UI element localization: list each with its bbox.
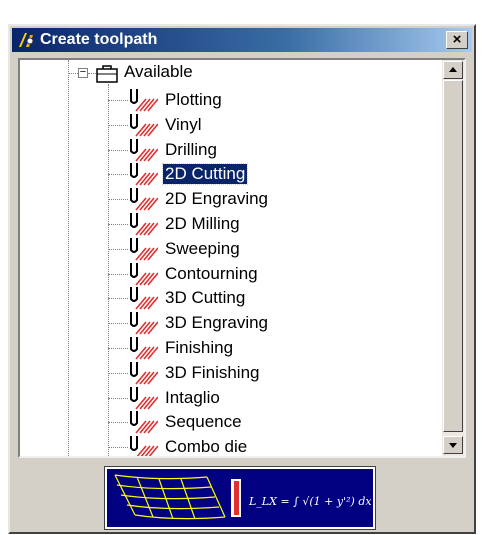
tree-item[interactable]: 2D Cutting (108, 162, 408, 186)
collapse-toggle[interactable]: − (78, 66, 88, 78)
toolpath-icon (130, 312, 158, 335)
down-arrow-icon (449, 443, 457, 448)
toolpath-icon (130, 411, 158, 434)
tree-item[interactable]: Contourning (108, 262, 408, 286)
tree-connector (108, 397, 128, 399)
tree-item[interactable]: 3D Engraving (108, 311, 408, 335)
tree-connector (108, 149, 128, 151)
tree-item-label: 2D Milling (165, 214, 240, 233)
tree-connector (108, 174, 128, 176)
tree-item-label: Combo die (165, 437, 248, 456)
toolpath-icon (130, 262, 158, 286)
toolpath-icon (130, 386, 158, 410)
tree-item[interactable]: 3D Finishing (108, 361, 408, 385)
toolpath-icon (130, 113, 158, 137)
tree-connector (108, 422, 128, 424)
tree-connector (108, 199, 128, 201)
tree-item[interactable]: Intaglio (108, 386, 408, 410)
toolpath-icon (130, 436, 158, 456)
tree-item[interactable]: Combo die (108, 435, 408, 456)
tree-connector (108, 224, 128, 225)
tree-item-label: Sweeping (165, 238, 240, 258)
briefcase-icon (96, 65, 118, 83)
toolpath-icon (130, 287, 158, 310)
tree-item[interactable]: 3D Cutting (108, 286, 408, 310)
tree-item[interactable]: Finishing (108, 336, 408, 360)
tree-connector (108, 298, 128, 300)
toolpath-icon (130, 89, 158, 112)
scroll-up-button[interactable] (443, 61, 463, 79)
up-arrow-icon (449, 67, 457, 72)
tree-item[interactable]: Sequence (108, 410, 408, 434)
tree-connector (68, 73, 78, 74)
tree-item[interactable]: Sweeping (108, 237, 408, 261)
tree-item-label: 2D Cutting (161, 163, 249, 186)
create-toolpath-window: Create toolpath × − Available Plotting Vi… (8, 24, 476, 534)
toolpath-icon (130, 213, 158, 236)
surface-mesh-formula-graphic: L_LX = ∫ √(1 + y'²) dx (107, 469, 373, 527)
scroll-thumb[interactable] (443, 80, 463, 432)
tree-connector (88, 73, 96, 74)
toolpath-icon (130, 337, 158, 360)
tree-connector (108, 100, 128, 101)
tree-connector (108, 323, 128, 325)
tree-connector (108, 273, 128, 275)
tree-root-available[interactable]: Available (124, 62, 193, 82)
tree-item-label: 3D Finishing (165, 362, 260, 382)
toolpath-icon (130, 138, 158, 162)
toolpath-app-icon (19, 33, 34, 47)
tree-item-label: Finishing (165, 338, 234, 357)
tree-item[interactable]: Vinyl (108, 113, 408, 137)
tree-item[interactable]: Drilling (108, 138, 408, 162)
formula-text: L_LX = ∫ √(1 + y'²) dx (248, 495, 372, 508)
tree-item-label: 3D Cutting (165, 288, 246, 308)
tree-item[interactable]: 2D Milling (108, 212, 408, 236)
tree-connector (108, 248, 128, 250)
tree-item-label: Sequence (165, 412, 242, 432)
toolpath-icon (130, 163, 158, 186)
close-button[interactable]: × (446, 31, 468, 49)
title-bar[interactable]: Create toolpath × (12, 28, 472, 52)
minus-icon: − (79, 66, 87, 78)
tree-connector (108, 348, 128, 349)
vertical-scrollbar[interactable] (442, 60, 464, 456)
tree-connector (108, 447, 128, 449)
tree-item-label: 2D Engraving (165, 189, 269, 209)
tree-item-label: Drilling (165, 139, 217, 159)
close-icon: × (452, 31, 462, 48)
tree-children-guide (108, 84, 109, 456)
toolpath-icon (130, 237, 158, 261)
tree-connector (108, 124, 128, 126)
tree-guide-line (68, 60, 69, 456)
tree-connector (108, 372, 128, 374)
tree-item[interactable]: 2D Engraving (108, 187, 408, 211)
toolpath-icon (130, 188, 158, 211)
tree-item-label: Contourning (165, 263, 258, 283)
tree-item-label: Intaglio (165, 387, 220, 407)
window-title: Create toolpath (40, 31, 158, 48)
tree-item-label: Vinyl (165, 114, 202, 134)
formula-banner: L_LX = ∫ √(1 + y'²) dx (104, 466, 376, 530)
tree-item[interactable]: Plotting (108, 88, 408, 112)
tree-view: − Available Plotting Vinyl Drilling 2D Cutt… (20, 60, 442, 456)
tree-item-label: 3D Engraving (165, 313, 269, 333)
scroll-down-button[interactable] (443, 436, 463, 454)
toolpath-tree[interactable]: − Available Plotting Vinyl Drilling 2D Cutt… (18, 58, 466, 458)
tree-item-label: Plotting (165, 90, 222, 109)
toolpath-icon (130, 361, 158, 385)
